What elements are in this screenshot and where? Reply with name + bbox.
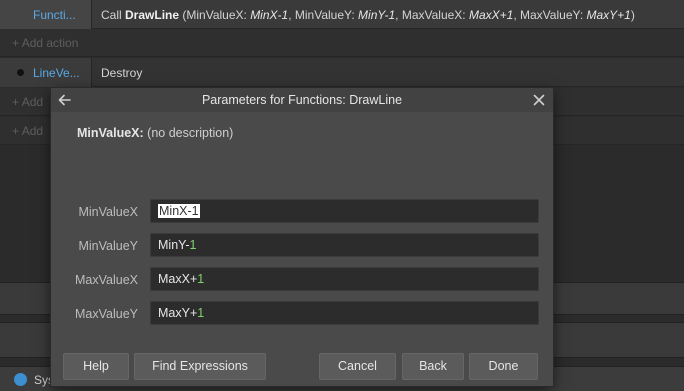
system-icon	[14, 373, 27, 386]
action-text[interactable]: Call DrawLine (MinValueX: MinX-1, MinVal…	[101, 8, 635, 22]
param-label-maxvaluex: MaxValueX	[75, 273, 138, 287]
arg-name: MaxValueX:	[401, 8, 469, 22]
expr-number: 1	[191, 204, 199, 218]
param-input-maxvaluey[interactable]: MaxY+1	[150, 301, 539, 325]
add-action-label: Add	[21, 124, 44, 138]
arg-name: MinValueY:	[294, 8, 359, 22]
expr-number: 1	[197, 306, 205, 320]
back-button[interactable]: Back	[402, 353, 464, 380]
expr-number: 1	[189, 238, 197, 252]
description-text: (no description)	[147, 126, 234, 140]
param-label-minvaluex: MinValueX	[78, 205, 138, 219]
close-icon[interactable]	[531, 92, 547, 108]
parameter-description: MinValueX: (no description)	[77, 126, 233, 140]
add-action-label: Add	[21, 95, 44, 109]
expr-name: MinX	[159, 204, 188, 218]
param-input-minvaluex[interactable]: MinX-1	[150, 199, 539, 223]
object-cell[interactable]: Functi...	[0, 0, 92, 29]
action-text[interactable]: Destroy	[101, 66, 142, 80]
add-action-link[interactable]: + Add action	[12, 36, 78, 50]
action-row-call-drawline[interactable]: Functi... Call DrawLine (MinValueX: MinX…	[0, 0, 684, 29]
arg-value: MaxY+1	[586, 8, 631, 22]
expr-name: MaxY	[158, 306, 190, 320]
arg-value: MinY-1	[358, 8, 396, 22]
action-row-destroy[interactable]: LineVe... Destroy	[0, 58, 684, 87]
expr-name: MaxX	[158, 272, 190, 286]
cancel-button[interactable]: Cancel	[319, 353, 396, 380]
object-name: Functi...	[33, 8, 76, 22]
arg-value: MinX-1	[250, 8, 289, 22]
add-action-label: Add action	[21, 36, 79, 50]
find-expressions-button[interactable]: Find Expressions	[134, 353, 266, 380]
object-name: LineVe...	[33, 66, 80, 80]
expr-name: MinY	[158, 238, 186, 252]
parameters-dialog: Parameters for Functions: DrawLine MinVa…	[51, 88, 553, 386]
add-action-link[interactable]: + Add	[12, 95, 43, 109]
dialog-title: Parameters for Functions: DrawLine	[201, 93, 403, 107]
object-cell[interactable]: LineVe...	[0, 58, 92, 87]
call-prefix: Call	[101, 8, 122, 22]
dialog-titlebar: Parameters for Functions: DrawLine	[51, 88, 553, 112]
selected-expression: MinX-1	[158, 204, 200, 218]
param-input-maxvaluex[interactable]: MaxX+1	[150, 267, 539, 291]
done-button[interactable]: Done	[469, 353, 538, 380]
help-button[interactable]: Help	[63, 353, 129, 380]
function-name: DrawLine	[125, 8, 180, 22]
parameter-name: MinValueX:	[77, 126, 144, 140]
add-action-link[interactable]: + Add	[12, 124, 43, 138]
arg-name: MinValueX:	[186, 8, 251, 22]
arg-name: MaxValueY:	[520, 8, 587, 22]
param-input-minvaluey[interactable]: MinY-1	[150, 233, 539, 257]
param-label-maxvaluey: MaxValueY	[75, 307, 138, 321]
add-action-row[interactable]: + Add action	[0, 29, 684, 57]
arg-value: MaxX+1	[468, 8, 514, 22]
param-label-minvaluey: MinValueY	[78, 239, 138, 253]
expr-number: 1	[197, 272, 205, 286]
object-icon	[17, 69, 24, 76]
